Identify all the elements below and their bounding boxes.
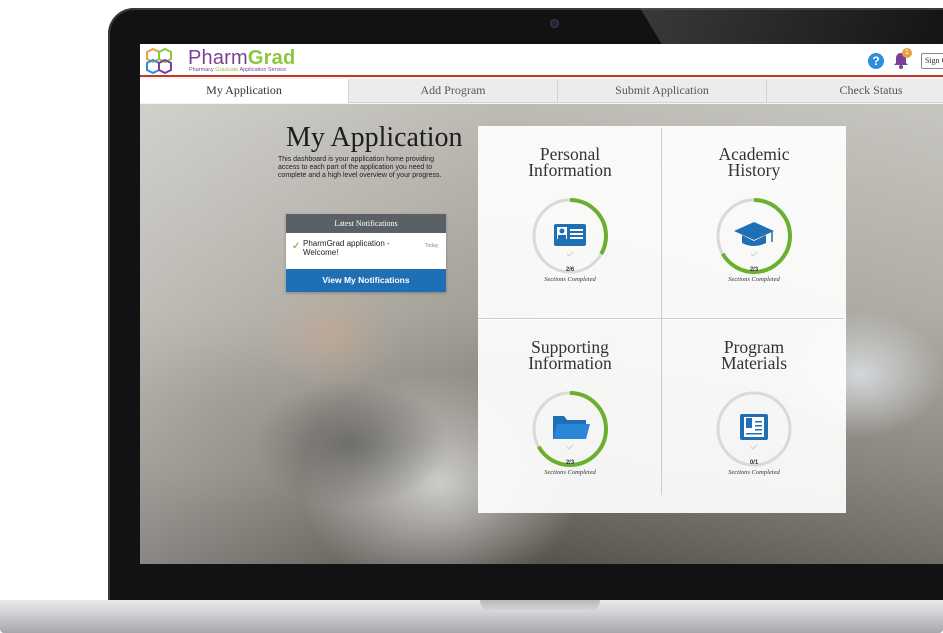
progress-ring [532, 198, 608, 274]
card-title: Supporting Information [528, 337, 612, 373]
card-personal-information[interactable]: Personal Information 2/6 Sections Complet… [478, 126, 662, 320]
card-count: 2/3 [749, 267, 759, 273]
card-program-materials[interactable]: Program Materials 0/1 Sections Completed [662, 319, 846, 513]
sign-out-button[interactable]: Sign Out [921, 53, 943, 69]
card-label: Sections Completed [728, 276, 780, 283]
help-icon[interactable]: ? [868, 53, 884, 69]
lid-glare [640, 8, 943, 48]
card-academic-history[interactable]: Academic History 2/3 Sections Completed [662, 126, 846, 320]
view-notifications-button[interactable]: View My Notifications [286, 269, 446, 292]
card-title: Academic History [718, 144, 790, 180]
page-title: My Application [286, 122, 463, 153]
card-supporting-information[interactable]: Supporting Information 2/3 Sections Compl… [478, 319, 662, 513]
card-divider [661, 128, 662, 495]
camera-icon [550, 19, 559, 28]
card-count: 2/6 [565, 267, 575, 273]
page-description: This dashboard is your application home … [278, 156, 442, 180]
progress-ring [716, 391, 792, 467]
progress-ring [716, 198, 792, 274]
card-count: 0/1 [749, 460, 759, 466]
notification-count-badge: 1 [902, 48, 912, 58]
tab-add-program[interactable]: Add Program [349, 79, 558, 103]
notification-text: PharmGrad application - Welcome! [303, 239, 390, 257]
main-tabs: My Application Add Program Submit Applic… [140, 79, 943, 103]
graduation-cap-icon [734, 222, 774, 240]
card-divider [478, 318, 844, 319]
laptop-notch [480, 600, 600, 612]
card-label: Sections Completed [728, 469, 780, 476]
tab-submit-application[interactable]: Submit Application [558, 79, 767, 103]
card-label: Sections Completed [544, 276, 596, 283]
tab-check-status[interactable]: Check Status [767, 79, 943, 103]
notifications-panel: Latest Notifications ✓ PharmGrad applica… [286, 214, 446, 292]
check-icon: ✓ [292, 241, 301, 252]
notification-time: Today [425, 243, 439, 249]
laptop-base [0, 600, 943, 633]
card-count: 2/3 [565, 460, 575, 466]
tab-my-application[interactable]: My Application [140, 79, 349, 103]
card-title: Program Materials [720, 337, 788, 373]
notifications-header: Latest Notifications [286, 214, 446, 233]
card-label: Sections Completed [544, 469, 596, 476]
notification-item[interactable]: ✓ PharmGrad application - Welcome! Today [286, 233, 446, 268]
pharmgrad-logo-icon[interactable] [144, 48, 184, 74]
card-title: Personal Information [528, 144, 612, 180]
logo-tagline: Pharmacy Graduate Application Service [189, 67, 287, 73]
app-header: PharmGrad Pharmacy Graduate Application … [140, 44, 943, 77]
progress-ring [532, 391, 608, 467]
